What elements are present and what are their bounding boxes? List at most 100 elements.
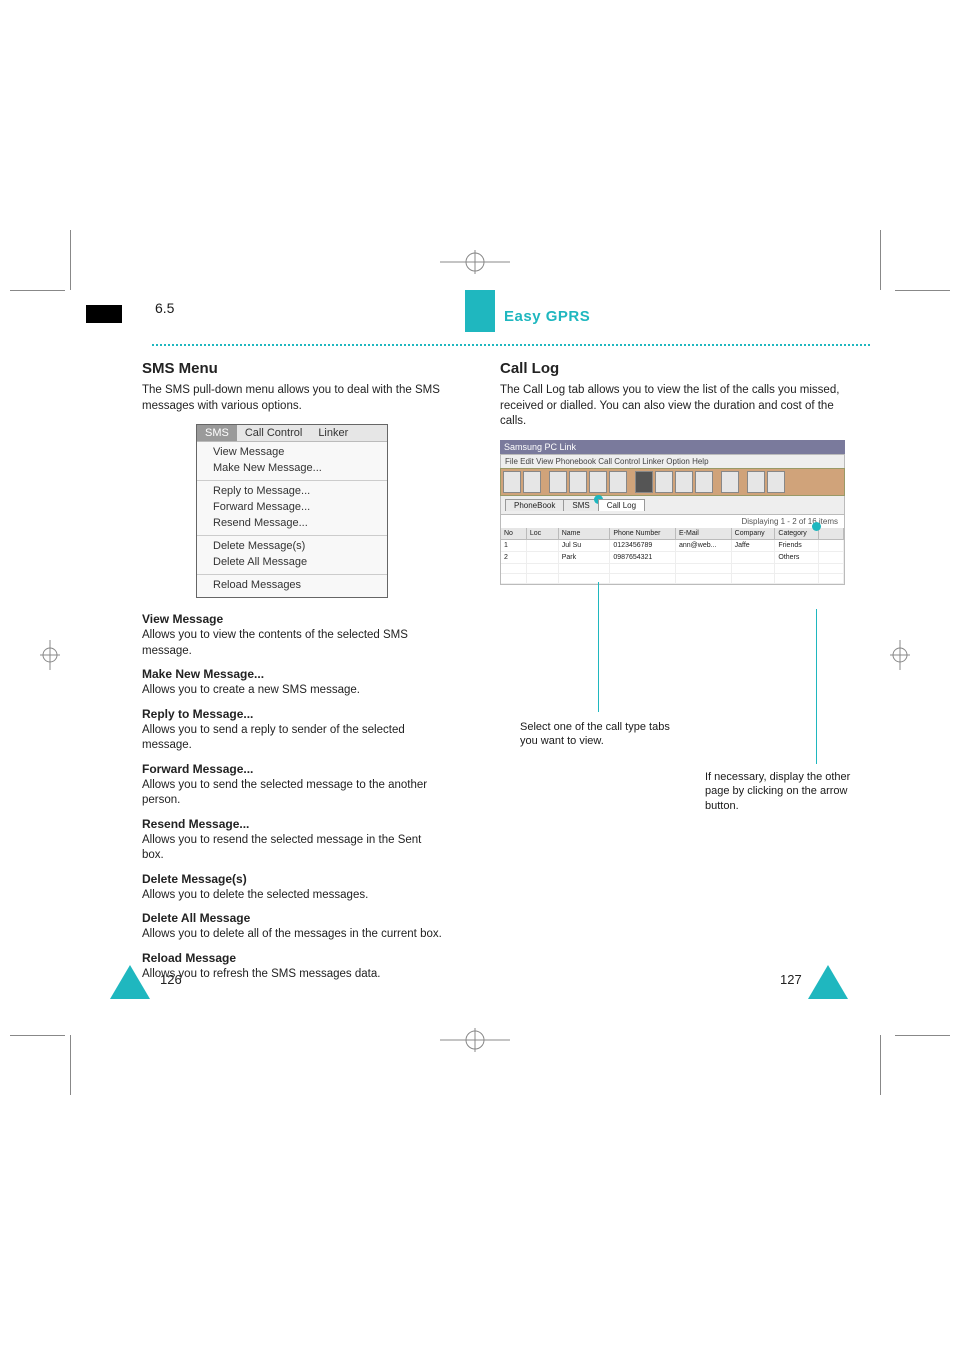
crop-mark [895,290,950,291]
opt-resend-body: Allows you to resend the selected messag… [142,833,442,864]
opt-reload-body: Allows you to refresh the SMS messages d… [142,967,442,983]
toolbar-button[interactable] [695,471,713,493]
grid-row[interactable]: 2 Park 0987654321 Others [501,552,844,564]
toolbar-button[interactable] [523,471,541,493]
toolbar-prev-button[interactable] [747,471,765,493]
toolbar-button[interactable] [675,471,693,493]
left-column: SMS Menu The SMS pull-down menu allows y… [142,360,442,990]
menu-item-reply[interactable]: Reply to Message... [197,483,387,499]
toolbar-button[interactable] [655,471,673,493]
page-number-left: 126 [160,972,182,987]
sms-menu-heading: SMS Menu [142,360,442,377]
opt-view-title: View Message [142,612,442,626]
menu-item-resend[interactable]: Resend Message... [197,515,387,531]
app-screenshot: Samsung PC Link File Edit View Phonebook… [500,440,845,585]
callout-leader-a [598,582,599,712]
call-log-grid: No Loc Name Phone Number E-Mail Company … [500,528,845,585]
menu-tab-call-control[interactable]: Call Control [237,425,310,441]
toolbar-button[interactable] [503,471,521,493]
col-end [819,528,844,540]
menu-item-delete[interactable]: Delete Message(s) [197,538,387,554]
menu-bar: SMS Call Control Linker [197,425,387,442]
grid-row[interactable]: 1 Jul Su 0123456789 ann@web... Jaffe Fri… [501,540,844,552]
opt-fwd-title: Forward Message... [142,762,442,776]
thumb-tab [465,290,495,332]
registration-mark [440,247,510,277]
cell-end [819,540,844,552]
page-number-right: 127 [780,972,802,987]
cell-category: Friends [775,540,819,552]
toolbar-button[interactable] [609,471,627,493]
cell-company [732,552,776,564]
chapter-marker [86,305,122,323]
toolbar-button[interactable] [635,471,653,493]
opt-del-title: Delete Message(s) [142,872,442,886]
cell-no: 1 [501,540,527,552]
toolbar-button[interactable] [589,471,607,493]
cell-name: Jul Su [559,540,611,552]
menu-item-make-new-message[interactable]: Make New Message... [197,460,387,476]
opt-reply-title: Reply to Message... [142,707,442,721]
sms-menu-screenshot: SMS Call Control Linker View Message Mak… [196,424,388,598]
toolbar-button[interactable] [569,471,587,493]
col-email[interactable]: E-Mail [676,528,732,540]
crop-mark [880,230,881,290]
menu-item-forward[interactable]: Forward Message... [197,499,387,515]
cell-phone: 0123456789 [610,540,676,552]
crop-mark [10,1035,65,1036]
cell-phone: 0987654321 [610,552,676,564]
crop-mark [70,230,71,290]
toolbar-button[interactable] [721,471,739,493]
grid-header: No Loc Name Phone Number E-Mail Company … [501,528,844,540]
col-name[interactable]: Name [559,528,611,540]
registration-mark [880,640,920,670]
menu-item-view-message[interactable]: View Message [197,444,387,460]
opt-make-body: Allows you to create a new SMS message. [142,683,442,699]
cell-loc [527,540,559,552]
right-column: Call Log The Call Log tab allows you to … [500,360,855,591]
menu-tab-linker[interactable]: Linker [310,425,356,441]
page-spread: 6.5 Easy GPRS SMS Menu The SMS pull-down… [80,300,870,1020]
callout-marker-b [812,522,821,531]
menu-tab-sms[interactable]: SMS [197,425,237,441]
crop-mark [10,290,65,291]
opt-view-body: Allows you to view the contents of the s… [142,628,442,659]
section-divider [152,344,870,346]
page-triangle-left [110,965,150,999]
menu-item-delete-all[interactable]: Delete All Message [197,554,387,570]
window-title-bar: Samsung PC Link [500,440,845,454]
app-toolbar [500,468,845,496]
cell-category: Others [775,552,819,564]
toolbar-button[interactable] [549,471,567,493]
opt-delall-body: Allows you to delete all of the messages… [142,927,442,943]
opt-delall-title: Delete All Message [142,911,442,925]
col-loc[interactable]: Loc [527,528,559,540]
display-range-label: Displaying 1 - 2 of 16 items [500,515,845,528]
col-phone[interactable]: Phone Number [610,528,676,540]
col-company[interactable]: Company [732,528,776,540]
running-head: Easy GPRS [504,308,590,325]
call-log-heading: Call Log [500,360,855,377]
tab-call-log[interactable]: Call Log [598,499,645,511]
sms-menu-intro: The SMS pull-down menu allows you to dea… [142,383,442,414]
cell-loc [527,552,559,564]
registration-mark [30,640,70,670]
cell-email [676,552,732,564]
tab-phonebook[interactable]: PhoneBook [505,499,564,511]
opt-reload-title: Reload Message [142,951,442,965]
cell-company: Jaffe [732,540,776,552]
col-no[interactable]: No [501,528,527,540]
callout-text-b: If necessary, display the other page by … [705,770,865,813]
cell-name: Park [559,552,611,564]
app-menubar[interactable]: File Edit View Phonebook Call Control Li… [500,454,845,468]
cell-email: ann@web... [676,540,732,552]
crop-mark [880,1035,881,1095]
opt-fwd-body: Allows you to send the selected message … [142,778,442,809]
opt-reply-body: Allows you to send a reply to sender of … [142,723,442,754]
menu-item-reload[interactable]: Reload Messages [197,577,387,593]
opt-del-body: Allows you to delete the selected messag… [142,888,442,904]
opt-make-title: Make New Message... [142,667,442,681]
callout-leader-b [816,609,817,764]
toolbar-next-button[interactable] [767,471,785,493]
section-number: 6.5 [155,300,174,316]
